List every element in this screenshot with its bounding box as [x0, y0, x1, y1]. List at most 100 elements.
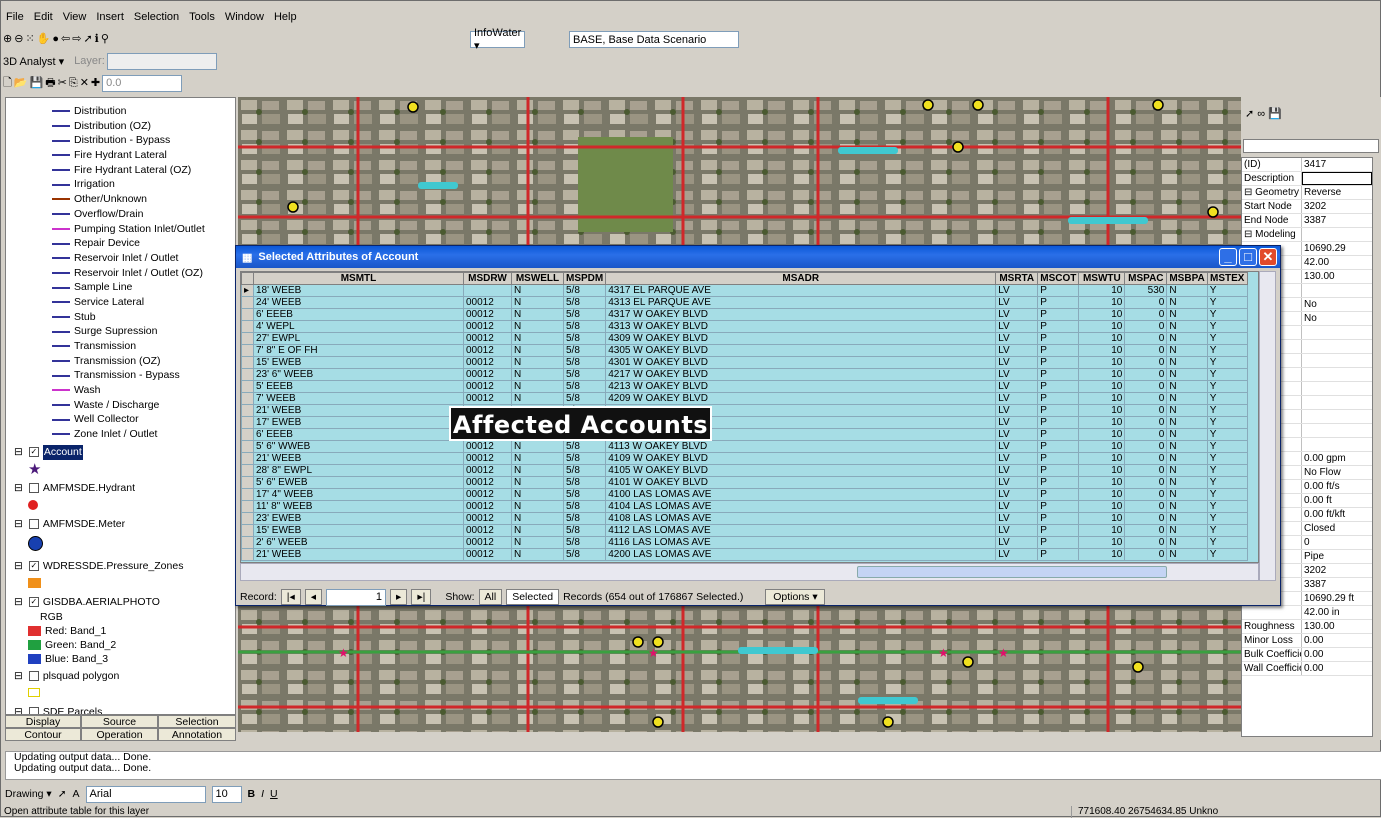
row-selector[interactable] — [241, 356, 254, 369]
table-row[interactable]: 5' 6" WWEB 00012 N 5/8 4113 W OAKEY BLVD LV P 1… — [241, 440, 1248, 453]
property-row[interactable]: End Node 3387 — [1242, 214, 1372, 228]
show-all-button[interactable]: All — [478, 589, 503, 605]
tab-annotation[interactable]: Annotation — [158, 728, 236, 741]
pointer-icon[interactable]: ➚ — [58, 788, 67, 800]
row-selector[interactable] — [241, 500, 254, 513]
property-value[interactable]: 130.00 — [1302, 270, 1372, 283]
layer-plsquad[interactable]: ⊟ plsquad polygon — [14, 669, 235, 684]
table-row[interactable]: 15' EWEB 00012 N 5/8 4301 W OAKEY BLVD LV P 10 0… — [241, 356, 1248, 369]
layer-pressure-zones[interactable]: ⊟ ✓ WDRESSDE.Pressure_Zones — [14, 559, 235, 574]
find-icon[interactable]: ⚲ — [101, 32, 109, 46]
menu-item-edit[interactable]: Edit — [31, 10, 56, 28]
first-record-button[interactable]: |◂ — [280, 589, 301, 605]
text-icon[interactable]: A — [73, 788, 80, 800]
table-row[interactable]: 27' EWPL 00012 N 5/8 4309 W OAKEY BLVD LV P 10 0… — [241, 332, 1248, 345]
row-selector[interactable] — [241, 512, 254, 525]
column-header[interactable]: MSTEX — [1206, 272, 1248, 285]
menu-item-tools[interactable]: Tools — [186, 10, 218, 28]
close-button[interactable]: ✕ — [1259, 248, 1277, 266]
table-row[interactable]: 21' WEEB 00012 N 5/8 4200 LAS LOMAS AVE LV P 10… — [241, 548, 1248, 561]
cut-icon[interactable]: ✂ — [58, 76, 67, 90]
table-row[interactable]: 6' EEEB 00012 N 5/8 4317 W OAKEY BLVD LV P 10 0 N… — [241, 308, 1248, 321]
table-row[interactable]: 7' 8" E OF FH 00012 N 5/8 4305 W OAKEY BLVD L… — [241, 344, 1248, 357]
table-row[interactable]: 23' 6" WEEB 00012 N 5/8 4217 W OAKEY BLVD LV P… — [241, 368, 1248, 381]
object-select[interactable] — [1243, 139, 1379, 153]
font-select[interactable]: Arial — [85, 785, 206, 803]
options-button[interactable]: Options ▾ — [765, 589, 826, 605]
tab-display[interactable]: Display — [5, 715, 81, 728]
property-value[interactable]: 0.00 ft — [1302, 494, 1372, 507]
horizontal-scrollbar[interactable] — [240, 563, 1259, 581]
show-selected-button[interactable]: Selected — [506, 589, 560, 605]
save-icon-right[interactable]: 💾 — [1268, 108, 1282, 120]
open-icon[interactable]: 📂 — [14, 76, 28, 90]
italic-button[interactable]: I — [261, 788, 264, 800]
row-selector[interactable] — [241, 392, 254, 405]
table-row[interactable]: 15' EWEB 00012 N 5/8 4112 LAS LOMAS AVE LV P 10… — [241, 524, 1248, 537]
table-row[interactable]: 17' EWEB00012N5/8LVP100NY — [241, 416, 1248, 429]
scenario-select[interactable]: BASE, Base Data Scenario — [569, 31, 739, 48]
table-row[interactable]: 7' WEEB 00012 N 5/8 4209 W OAKEY BLVD LV P 10 0 N… — [241, 392, 1248, 405]
property-row[interactable]: Minor Loss 0.00 — [1242, 634, 1372, 648]
property-value[interactable]: 42.00 in — [1302, 606, 1372, 619]
row-selector[interactable] — [241, 380, 254, 393]
menu-item-selection[interactable]: Selection — [131, 10, 182, 28]
property-row[interactable]: (ID) 3417 — [1242, 158, 1372, 172]
record-input[interactable]: 1 — [326, 588, 387, 606]
copy-icon[interactable]: ⎘ — [69, 76, 78, 90]
layer-aerial-photo[interactable]: ⊟ ✓ GISDBA.AERIALPHOTO — [14, 595, 235, 610]
property-row[interactable]: 42.00 in — [1242, 606, 1372, 620]
property-value[interactable] — [1302, 340, 1372, 353]
new-icon[interactable]: 🗋 — [3, 76, 12, 90]
vertical-scrollbar[interactable] — [1259, 271, 1276, 581]
table-row[interactable]: 17' 4" WEEB 00012 N 5/8 4100 LAS LOMAS AVE LV… — [241, 488, 1248, 501]
attribute-grid[interactable]: MSMTL MSDRW MSWELL MSPDM MSADR MSRTA MSCOT MSWT… — [240, 271, 1259, 563]
property-value[interactable]: 0.00 — [1302, 648, 1372, 661]
property-value[interactable]: 0.00 — [1302, 662, 1372, 675]
layer-hydrant[interactable]: ⊟ AMFMSDE.Hydrant — [14, 481, 235, 496]
add-data-icon[interactable]: ✚ — [91, 76, 100, 90]
minimize-button[interactable]: _ — [1219, 248, 1237, 266]
tab-operation[interactable]: Operation — [81, 728, 158, 741]
column-header[interactable]: MSBPA — [1166, 272, 1208, 285]
property-value[interactable]: 0 — [1302, 536, 1372, 549]
last-record-button[interactable]: ▸| — [411, 589, 432, 605]
table-row[interactable]: ▸ 18' WEEB N 5/8 4317 EL PARQUE AVE LV P 10 530 N… — [241, 284, 1248, 297]
property-value[interactable] — [1302, 410, 1372, 423]
column-header[interactable]: MSCOT — [1037, 272, 1080, 285]
tab-selection[interactable]: Selection — [158, 715, 236, 728]
table-row[interactable]: 28' 8" EWPL 00012 N 5/8 4105 W OAKEY BLVD LV P… — [241, 464, 1248, 477]
row-selector[interactable] — [241, 476, 254, 489]
table-row[interactable]: 5' EEEB 00012 N 5/8 4213 W OAKEY BLVD LV P 10 0 N… — [241, 380, 1248, 393]
row-selector[interactable] — [241, 464, 254, 477]
layer-meter[interactable]: ⊟ AMFMSDE.Meter — [14, 517, 235, 532]
pan-icon[interactable]: ✋ — [37, 32, 51, 46]
property-value[interactable]: Pipe — [1302, 550, 1372, 563]
property-value[interactable]: 3387 — [1302, 578, 1372, 591]
scale-input[interactable]: 0.0 — [102, 74, 183, 92]
property-value[interactable] — [1302, 228, 1372, 241]
property-value[interactable]: 0.00 gpm — [1302, 452, 1372, 465]
property-value[interactable] — [1302, 368, 1372, 381]
drawing-menu[interactable]: Drawing ▾ — [5, 788, 52, 800]
maximize-button[interactable]: □ — [1239, 248, 1257, 266]
table-row[interactable]: 6' EEEB00012N5/8LVP100NY — [241, 428, 1248, 441]
zoom-out-icon[interactable]: ⊖ — [14, 32, 23, 46]
attribute-table-dialog[interactable]: ▦ Selected Attributes of Account _ □ ✕ MSM… — [235, 245, 1281, 606]
row-selector[interactable] — [241, 368, 254, 381]
property-value[interactable]: 42.00 — [1302, 256, 1372, 269]
layer-account-label[interactable]: Account — [42, 444, 83, 460]
row-selector[interactable] — [241, 428, 254, 441]
property-value[interactable] — [1302, 326, 1372, 339]
row-selector[interactable] — [241, 440, 254, 453]
select-icon[interactable]: ➚ — [83, 32, 92, 46]
print-icon[interactable]: 🖶 — [45, 76, 55, 90]
font-size-select[interactable]: 10 — [211, 785, 242, 803]
row-selector[interactable] — [241, 488, 254, 501]
property-value[interactable]: 10690.29 ft — [1302, 592, 1372, 605]
property-value[interactable]: No Flow — [1302, 466, 1372, 479]
select-icon-right[interactable]: ➚ — [1245, 108, 1254, 120]
property-row[interactable]: Description — [1242, 172, 1372, 186]
prev-record-button[interactable]: ◂ — [304, 589, 323, 605]
row-selector[interactable] — [241, 332, 254, 345]
